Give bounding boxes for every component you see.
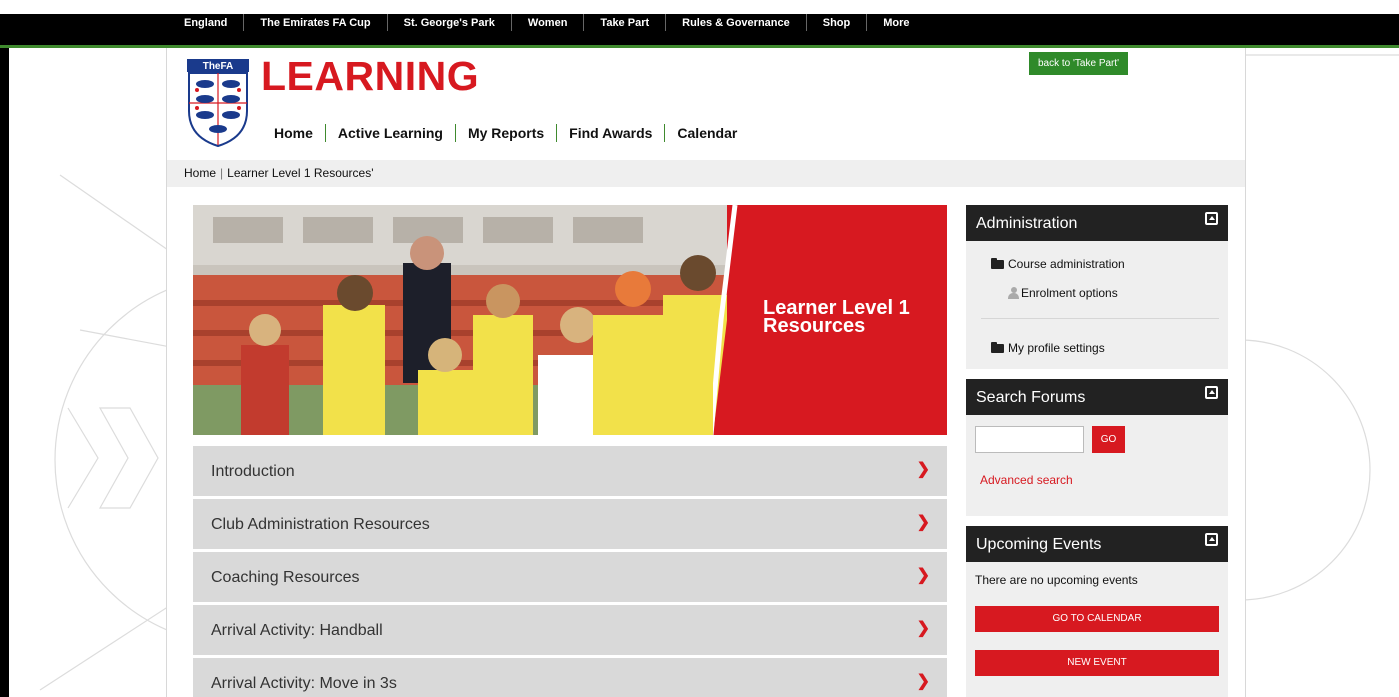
topnav-fa-cup[interactable]: The Emirates FA Cup bbox=[244, 14, 388, 31]
breadcrumb-separator: | bbox=[220, 166, 224, 180]
chevron-right-icon: ❯ bbox=[916, 567, 930, 584]
nav-active-learning[interactable]: Active Learning bbox=[324, 124, 455, 142]
section-introduction[interactable]: Introduction ❯ bbox=[193, 446, 947, 496]
topnav-shop[interactable]: Shop bbox=[807, 14, 868, 31]
search-forums-title: Search Forums bbox=[976, 389, 1086, 406]
topnav-women[interactable]: Women bbox=[512, 14, 585, 31]
folder-open-icon bbox=[991, 257, 1004, 269]
collapse-toggle-icon[interactable] bbox=[1205, 212, 1218, 225]
section-arrival-move-in-3s[interactable]: Arrival Activity: Move in 3s ❯ bbox=[193, 658, 947, 697]
section-label: Introduction bbox=[211, 463, 295, 480]
fa-crest-logo[interactable]: TheFA bbox=[187, 59, 249, 147]
folder-icon bbox=[991, 341, 1004, 353]
upcoming-events-block: Upcoming Events There are no upcoming ev… bbox=[966, 526, 1228, 697]
new-event-button[interactable]: NEW EVENT bbox=[975, 650, 1219, 676]
logo-text: TheFA bbox=[203, 61, 234, 72]
hero-banner: Learner Level 1 Resources bbox=[193, 205, 947, 435]
chevron-right-icon: ❯ bbox=[916, 461, 930, 478]
topnav-rules[interactable]: Rules & Governance bbox=[666, 14, 807, 31]
divider bbox=[981, 318, 1219, 319]
topbar-accent-line bbox=[0, 45, 1399, 48]
hero-photo bbox=[193, 205, 753, 435]
nav-my-reports[interactable]: My Reports bbox=[454, 124, 556, 142]
forum-search-input[interactable] bbox=[975, 426, 1084, 453]
page-container: TheFA LEARNING back to 'Take Part' Home … bbox=[166, 48, 1246, 697]
course-administration-label: Course administration bbox=[1008, 257, 1125, 271]
breadcrumb: Home | Learner Level 1 Resources' bbox=[167, 160, 1245, 187]
search-forums-header: Search Forums bbox=[966, 379, 1228, 415]
nav-calendar[interactable]: Calendar bbox=[664, 124, 749, 142]
topnav-take-part[interactable]: Take Part bbox=[584, 14, 667, 31]
search-forums-block: Search Forums GO Advanced search bbox=[966, 379, 1228, 516]
administration-header: Administration bbox=[966, 205, 1228, 241]
collapse-toggle-icon[interactable] bbox=[1205, 533, 1218, 546]
nav-find-awards[interactable]: Find Awards bbox=[556, 124, 664, 142]
top-navigation-bar: England The Emirates FA Cup St. George's… bbox=[0, 14, 1399, 45]
chevron-right-icon: ❯ bbox=[916, 620, 930, 637]
section-label: Arrival Activity: Move in 3s bbox=[211, 675, 397, 692]
administration-block: Administration Course administration Enr… bbox=[966, 205, 1228, 369]
profile-settings-link[interactable]: My profile settings bbox=[991, 341, 1105, 355]
advanced-search-link[interactable]: Advanced search bbox=[980, 473, 1073, 487]
section-coaching-resources[interactable]: Coaching Resources ❯ bbox=[193, 552, 947, 602]
enrolment-options-label: Enrolment options bbox=[1021, 286, 1118, 300]
main-navigation: Home Active Learning My Reports Find Awa… bbox=[265, 124, 749, 142]
hero-title: Learner Level 1 Resources bbox=[763, 297, 910, 337]
go-to-calendar-button[interactable]: GO TO CALENDAR bbox=[975, 606, 1219, 632]
topnav-st-georges[interactable]: St. George's Park bbox=[388, 14, 512, 31]
chevron-right-icon: ❯ bbox=[916, 673, 930, 690]
topnav-more[interactable]: More bbox=[867, 14, 925, 31]
collapse-toggle-icon[interactable] bbox=[1205, 386, 1218, 399]
section-club-administration[interactable]: Club Administration Resources ❯ bbox=[193, 499, 947, 549]
learning-title: LEARNING bbox=[261, 53, 480, 99]
administration-title: Administration bbox=[976, 215, 1078, 232]
breadcrumb-home[interactable]: Home bbox=[184, 166, 216, 180]
breadcrumb-current: Learner Level 1 Resources' bbox=[227, 166, 374, 180]
section-label: Arrival Activity: Handball bbox=[211, 622, 383, 639]
topnav-england[interactable]: England bbox=[168, 14, 245, 31]
upcoming-events-header: Upcoming Events bbox=[966, 526, 1228, 562]
forum-search-go-button[interactable]: GO bbox=[1092, 426, 1125, 453]
sections-list: Introduction ❯ Club Administration Resou… bbox=[193, 446, 947, 697]
upcoming-events-title: Upcoming Events bbox=[976, 536, 1102, 553]
nav-home[interactable]: Home bbox=[265, 124, 325, 142]
user-icon bbox=[1008, 287, 1019, 299]
back-to-take-part-button[interactable]: back to 'Take Part' bbox=[1029, 52, 1129, 75]
chevron-right-icon: ❯ bbox=[916, 514, 930, 531]
enrolment-options-link[interactable]: Enrolment options bbox=[1008, 286, 1118, 300]
course-administration-link[interactable]: Course administration bbox=[991, 257, 1125, 271]
profile-settings-label: My profile settings bbox=[1008, 341, 1105, 355]
hero-divider bbox=[713, 205, 743, 435]
section-arrival-handball[interactable]: Arrival Activity: Handball ❯ bbox=[193, 605, 947, 655]
section-label: Club Administration Resources bbox=[211, 516, 430, 533]
window-frame bbox=[0, 14, 9, 697]
no-events-text: There are no upcoming events bbox=[975, 573, 1138, 587]
section-label: Coaching Resources bbox=[211, 569, 360, 586]
